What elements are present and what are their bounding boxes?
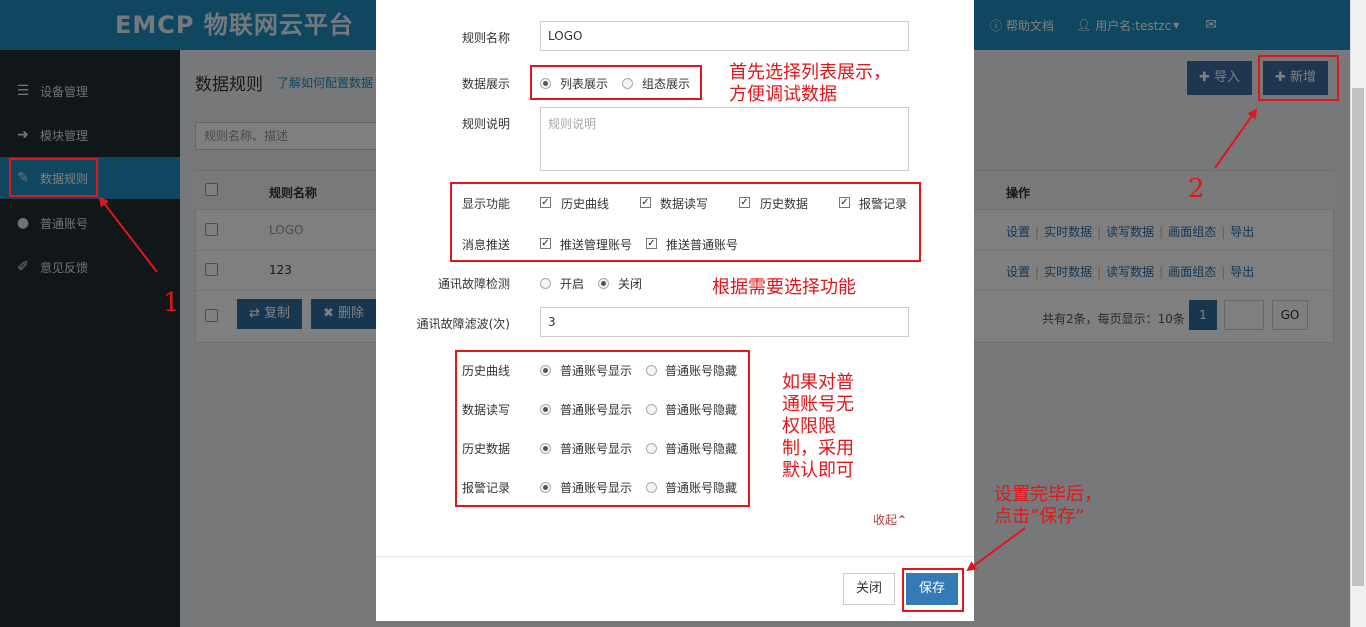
- annotation-line: 点击“保存”: [994, 506, 1085, 527]
- highlight-box-permissions: [455, 350, 750, 507]
- annotation-line: 设置完毕后，: [994, 484, 1102, 505]
- collapse-label: 收起: [873, 513, 898, 527]
- highlight-box-add: [1258, 55, 1339, 101]
- display-mode-label: 数据展示: [461, 77, 510, 91]
- annotation-permissions: 如果对普 通账号无 权限限 制，采用 默认即可: [782, 372, 854, 482]
- annotation-line: 制，采用: [782, 438, 854, 459]
- annotation-line: 通账号无: [782, 394, 854, 415]
- rule-name-label: 规则名称: [461, 31, 510, 45]
- highlight-box-display: [530, 65, 702, 100]
- fault-detect-label: 通讯故障检测: [437, 277, 510, 291]
- annotation-number-2: 2: [1188, 174, 1205, 204]
- fault-filter-input[interactable]: 3: [540, 307, 909, 337]
- annotation-line: 方便调试数据: [729, 84, 837, 105]
- highlight-box-functions: [450, 182, 921, 262]
- fault-on-radio[interactable]: [540, 278, 551, 289]
- annotation-number-1: 1: [163, 288, 180, 318]
- annotation-save: 设置完毕后， 点击“保存”: [994, 484, 1102, 528]
- description-textarea[interactable]: 规则说明: [540, 107, 909, 171]
- fault-off-radio[interactable]: [598, 278, 609, 289]
- annotation-line: 首先选择列表展示，: [729, 62, 891, 83]
- rule-name-input[interactable]: LOGO: [540, 21, 909, 51]
- annotation-line: 权限限: [782, 416, 836, 437]
- annotation-step-display: 首先选择列表展示， 方便调试数据: [729, 62, 891, 106]
- modal-footer-divider: [376, 556, 974, 557]
- fault-filter-label: 通讯故障滤波(次): [416, 317, 510, 331]
- description-label: 规则说明: [461, 117, 510, 131]
- highlight-box-data-rules: [9, 158, 98, 197]
- annotation-functions: 根据需要选择功能: [712, 277, 856, 298]
- close-button[interactable]: 关闭: [843, 573, 895, 605]
- fault-off-label: 关闭: [618, 277, 643, 291]
- collapse-link[interactable]: 收起⌃: [873, 511, 907, 528]
- fault-on-label: 开启: [560, 277, 585, 291]
- chevron-up-icon: ⌃: [897, 513, 908, 527]
- highlight-box-save: [902, 568, 964, 612]
- annotation-line: 默认即可: [782, 460, 854, 481]
- scrollbar-thumb[interactable]: [1352, 88, 1364, 586]
- annotation-line: 如果对普: [782, 372, 854, 393]
